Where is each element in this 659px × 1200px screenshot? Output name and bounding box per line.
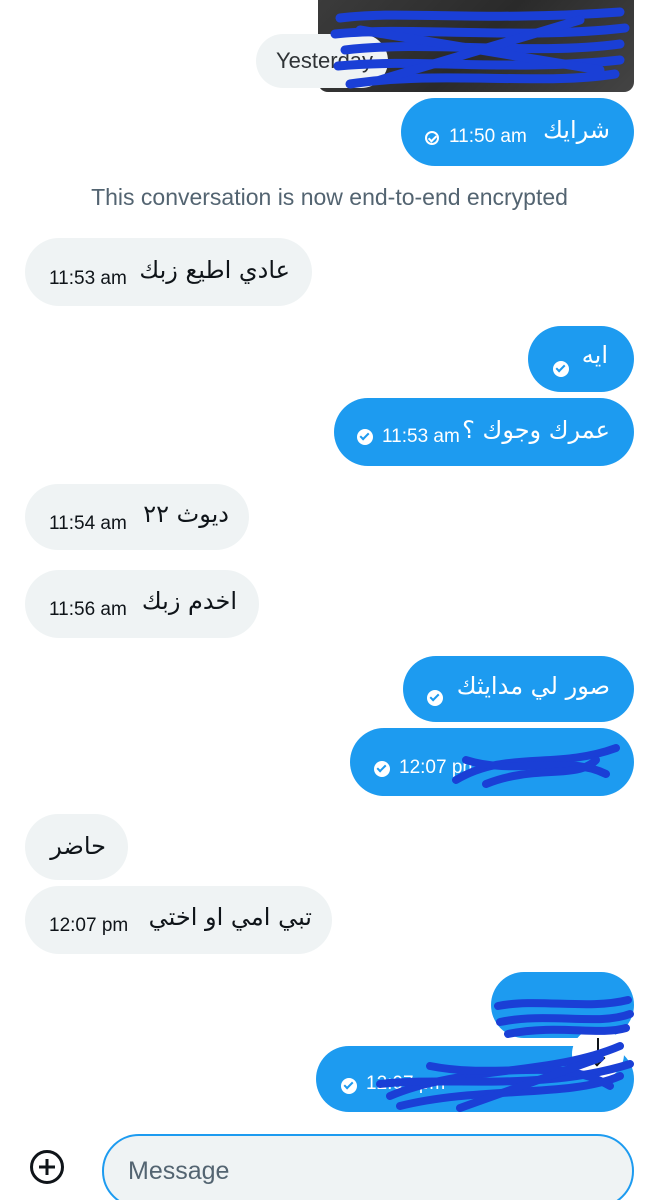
- read-check-icon: [374, 761, 390, 777]
- message-bubble-outgoing[interactable]: [491, 972, 634, 1038]
- message-bubble-outgoing[interactable]: 11:53 am عمرك وجوك ؟: [334, 398, 634, 466]
- message-time: 12:07 pm: [399, 757, 479, 778]
- message-bubble-outgoing[interactable]: 12:07 pm: [350, 728, 634, 796]
- message-bubble-incoming[interactable]: 11:56 am اخدم زبك: [25, 570, 259, 638]
- message-text: حاضر: [50, 832, 106, 860]
- message-text: ايه: [581, 341, 608, 369]
- message-text: عادي اطيع زبك: [139, 256, 290, 284]
- read-check-icon: [341, 1078, 357, 1094]
- message-time: 12:07 pm: [366, 1073, 446, 1094]
- message-time: 11:54 am: [49, 513, 127, 534]
- message-bubble-incoming[interactable]: 11:53 am عادي اطيع زبك: [25, 238, 312, 306]
- message-bubble-incoming[interactable]: حاضر: [25, 814, 128, 880]
- message-time: 11:50 am: [449, 126, 527, 147]
- message-time: 11:53 am: [382, 426, 460, 447]
- message-text: ديوث ٢٢: [143, 500, 229, 528]
- message-text: اخدم زبك: [141, 587, 237, 615]
- message-bubble-outgoing[interactable]: 11:50 am شرايك: [401, 98, 634, 166]
- message-time: 12:07 pm: [49, 915, 129, 936]
- message-bubble-incoming[interactable]: 12:07 pm تبي امي او اختي: [25, 886, 332, 954]
- message-text: صور لي مدايثك: [456, 672, 610, 700]
- message-input[interactable]: [102, 1134, 634, 1200]
- message-bubble-outgoing[interactable]: صور لي مدايثك: [403, 656, 634, 722]
- read-check-icon: [357, 429, 373, 445]
- download-icon[interactable]: [572, 1028, 624, 1080]
- message-bubble-outgoing[interactable]: ايه: [528, 326, 634, 392]
- message-time: 11:53 am: [49, 268, 127, 289]
- message-text: عمرك وجوك ؟: [462, 416, 610, 444]
- message-text: تبي امي او اختي: [148, 903, 312, 931]
- message-bubble-incoming[interactable]: 11:54 am ديوث ٢٢: [25, 484, 249, 550]
- add-media-icon[interactable]: [30, 1150, 64, 1184]
- message-time: 11:56 am: [49, 599, 127, 620]
- encryption-notice: This conversation is now end-to-end encr…: [91, 184, 568, 210]
- read-check-icon: [553, 361, 569, 377]
- sent-check-icon: [425, 131, 439, 145]
- read-check-icon: [427, 690, 443, 706]
- dm-conversation: Yesterday 11:50 am شرايك This conversati…: [0, 0, 659, 1200]
- message-text: شرايك: [543, 116, 610, 144]
- date-separator: Yesterday: [256, 34, 388, 88]
